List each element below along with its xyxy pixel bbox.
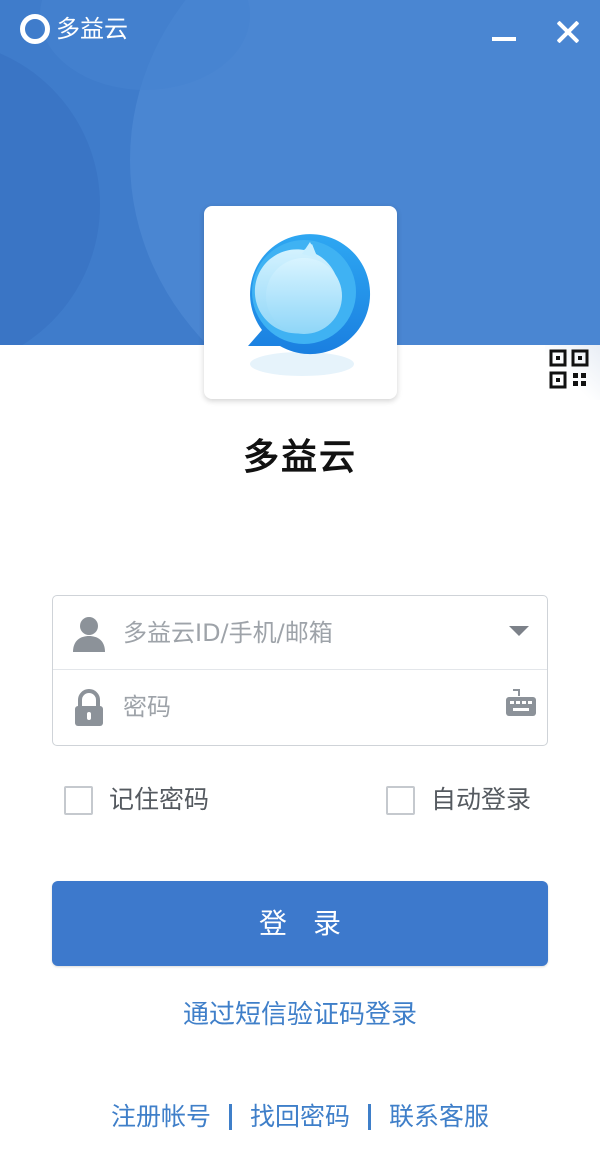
auto-login-option[interactable]: 自动登录	[386, 784, 531, 816]
contact-support-link[interactable]: 联系客服	[389, 1100, 489, 1134]
window-brand: 多益云	[20, 14, 128, 44]
header-decoration	[0, 40, 100, 345]
close-icon	[556, 20, 580, 44]
window-title: 多益云	[56, 15, 128, 43]
chat-bubble-logo-icon	[248, 234, 371, 376]
divider	[228, 1104, 232, 1130]
login-button[interactable]: 登录	[52, 881, 548, 966]
login-button-label: 登录	[258, 907, 367, 940]
app-small-logo-icon	[20, 14, 50, 44]
app-logo-card	[204, 206, 397, 399]
sms-login-link[interactable]: 通过短信验证码登录	[0, 998, 600, 1032]
login-form: 多益云ID/手机/邮箱 密码	[52, 595, 548, 746]
password-field[interactable]: 密码	[53, 670, 547, 744]
minimize-icon	[492, 37, 516, 41]
footer-links: 注册帐号 找回密码 联系客服	[0, 1100, 600, 1134]
user-icon	[73, 617, 105, 652]
chevron-down-icon[interactable]	[509, 626, 529, 636]
qr-code-icon	[549, 349, 589, 389]
auto-login-checkbox[interactable]	[386, 785, 415, 815]
app-title: 多益云	[242, 437, 357, 478]
register-link[interactable]: 注册帐号	[111, 1100, 211, 1134]
keyboard-icon[interactable]	[505, 688, 537, 718]
lock-icon	[75, 689, 103, 726]
account-field[interactable]: 多益云ID/手机/邮箱	[53, 596, 547, 670]
minimize-button[interactable]	[484, 12, 524, 52]
qr-login-button[interactable]	[545, 345, 600, 400]
divider	[368, 1104, 371, 1130]
close-button[interactable]	[548, 12, 588, 52]
auto-login-label: 自动登录	[431, 785, 532, 814]
recover-password-link[interactable]: 找回密码	[250, 1100, 350, 1134]
remember-password-label: 记住密码	[109, 785, 210, 814]
remember-password-checkbox[interactable]	[64, 785, 93, 815]
remember-password-option[interactable]: 记住密码	[64, 784, 209, 816]
account-placeholder: 多益云ID/手机/邮箱	[123, 619, 333, 647]
password-placeholder: 密码	[123, 693, 171, 721]
